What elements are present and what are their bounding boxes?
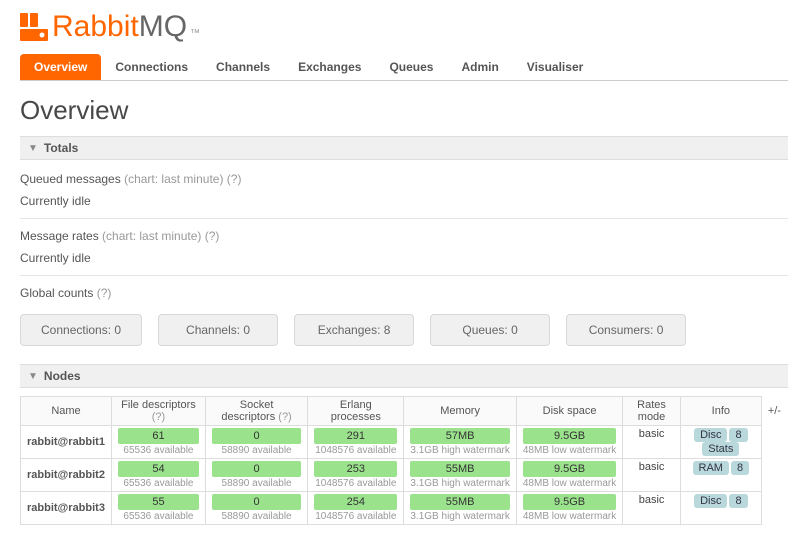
node-rates: basic bbox=[623, 492, 681, 525]
logo: RabbitMQ ™ bbox=[20, 10, 788, 44]
node-erlang: 2911048576 available bbox=[308, 426, 404, 459]
table-row: rabbit@rabbit25465536 available058890 av… bbox=[21, 459, 788, 492]
main-tabs: OverviewConnectionsChannelsExchangesQueu… bbox=[20, 54, 788, 81]
chevron-down-icon: ▼ bbox=[28, 371, 38, 382]
node-erlang: 2541048576 available bbox=[308, 492, 404, 525]
help-icon[interactable]: (?) bbox=[97, 286, 112, 300]
node-sd: 058890 available bbox=[205, 492, 307, 525]
info-badge[interactable]: Disc bbox=[694, 428, 727, 442]
section-totals-header[interactable]: ▼ Totals bbox=[20, 136, 788, 160]
node-disk: 9.5GB48MB low watermark bbox=[516, 459, 622, 492]
node-sd: 058890 available bbox=[205, 459, 307, 492]
info-badge[interactable]: RAM bbox=[693, 461, 729, 475]
logo-tm: ™ bbox=[190, 28, 200, 39]
help-icon[interactable]: (?) bbox=[278, 411, 291, 423]
info-badge[interactable]: Disc bbox=[694, 494, 727, 508]
global-counts-row: Global counts (?) bbox=[20, 282, 788, 304]
queued-messages-label: Queued messages bbox=[20, 172, 121, 186]
info-badge[interactable]: 8 bbox=[729, 494, 747, 508]
message-rates-chart: (chart: last minute) bbox=[102, 229, 201, 243]
help-icon[interactable]: (?) bbox=[205, 229, 220, 243]
global-counts-buttons: Connections: 0 Channels: 0 Exchanges: 8 Que… bbox=[20, 314, 788, 346]
message-rates-label: Message rates bbox=[20, 229, 99, 243]
logo-text-rabbit: Rabbit bbox=[52, 10, 139, 44]
node-fd: 5465536 available bbox=[111, 459, 205, 492]
col-memory[interactable]: Memory bbox=[404, 397, 517, 426]
node-disk: 9.5GB48MB low watermark bbox=[516, 492, 622, 525]
info-badge[interactable]: Stats bbox=[702, 442, 739, 456]
tab-queues[interactable]: Queues bbox=[375, 54, 447, 80]
node-fd: 6165536 available bbox=[111, 426, 205, 459]
tab-overview[interactable]: Overview bbox=[20, 54, 101, 80]
col-info[interactable]: Info bbox=[680, 397, 761, 426]
tab-channels[interactable]: Channels bbox=[202, 54, 284, 80]
global-counts-label: Global counts bbox=[20, 286, 93, 300]
info-badge[interactable]: 8 bbox=[731, 461, 749, 475]
col-rates[interactable]: Rates mode bbox=[623, 397, 681, 426]
node-sd: 058890 available bbox=[205, 426, 307, 459]
tab-connections[interactable]: Connections bbox=[101, 54, 202, 80]
logo-mark-icon bbox=[20, 13, 48, 41]
section-nodes-label: Nodes bbox=[44, 369, 81, 383]
tab-admin[interactable]: Admin bbox=[447, 54, 512, 80]
table-row: rabbit@rabbit16165536 available058890 av… bbox=[21, 426, 788, 459]
node-name[interactable]: rabbit@rabbit1 bbox=[21, 426, 112, 459]
help-icon[interactable]: (?) bbox=[227, 172, 242, 186]
node-rates: basic bbox=[623, 459, 681, 492]
col-socket-descriptors[interactable]: Socket descriptors (?) bbox=[205, 397, 307, 426]
queued-messages-chart: (chart: last minute) bbox=[124, 172, 223, 186]
node-name[interactable]: rabbit@rabbit3 bbox=[21, 492, 112, 525]
message-rates-row: Message rates (chart: last minute) (?) bbox=[20, 225, 788, 247]
queued-messages-row: Queued messages (chart: last minute) (?) bbox=[20, 168, 788, 190]
nodes-table: Name File descriptors (?) Socket descrip… bbox=[20, 396, 788, 525]
tab-exchanges[interactable]: Exchanges bbox=[284, 54, 375, 80]
rates-idle-text: Currently idle bbox=[20, 247, 788, 276]
node-memory: 55MB3.1GB high watermark bbox=[404, 492, 517, 525]
info-badge[interactable]: 8 bbox=[729, 428, 747, 442]
tab-visualiser[interactable]: Visualiser bbox=[513, 54, 597, 80]
col-add-remove[interactable]: +/- bbox=[761, 397, 787, 426]
page-title: Overview bbox=[20, 95, 788, 126]
count-consumers[interactable]: Consumers: 0 bbox=[566, 314, 686, 346]
chevron-down-icon: ▼ bbox=[28, 143, 38, 154]
col-disk[interactable]: Disk space bbox=[516, 397, 622, 426]
col-file-descriptors[interactable]: File descriptors (?) bbox=[111, 397, 205, 426]
node-memory: 55MB3.1GB high watermark bbox=[404, 459, 517, 492]
node-fd: 5565536 available bbox=[111, 492, 205, 525]
node-disk: 9.5GB48MB low watermark bbox=[516, 426, 622, 459]
node-name[interactable]: rabbit@rabbit2 bbox=[21, 459, 112, 492]
count-channels[interactable]: Channels: 0 bbox=[158, 314, 278, 346]
count-connections[interactable]: Connections: 0 bbox=[20, 314, 142, 346]
col-erlang[interactable]: Erlang processes bbox=[308, 397, 404, 426]
section-nodes-header[interactable]: ▼ Nodes bbox=[20, 364, 788, 388]
logo-text-mq: MQ bbox=[139, 10, 187, 44]
table-row: rabbit@rabbit35565536 available058890 av… bbox=[21, 492, 788, 525]
count-exchanges[interactable]: Exchanges: 8 bbox=[294, 314, 414, 346]
node-info: Disc8Stats bbox=[680, 426, 761, 459]
node-erlang: 2531048576 available bbox=[308, 459, 404, 492]
node-rates: basic bbox=[623, 426, 681, 459]
queued-idle-text: Currently idle bbox=[20, 190, 788, 219]
node-memory: 57MB3.1GB high watermark bbox=[404, 426, 517, 459]
node-info: Disc8 bbox=[680, 492, 761, 525]
col-name[interactable]: Name bbox=[21, 397, 112, 426]
node-info: RAM8 bbox=[680, 459, 761, 492]
count-queues[interactable]: Queues: 0 bbox=[430, 314, 550, 346]
section-totals-label: Totals bbox=[44, 141, 78, 155]
help-icon[interactable]: (?) bbox=[152, 411, 165, 423]
